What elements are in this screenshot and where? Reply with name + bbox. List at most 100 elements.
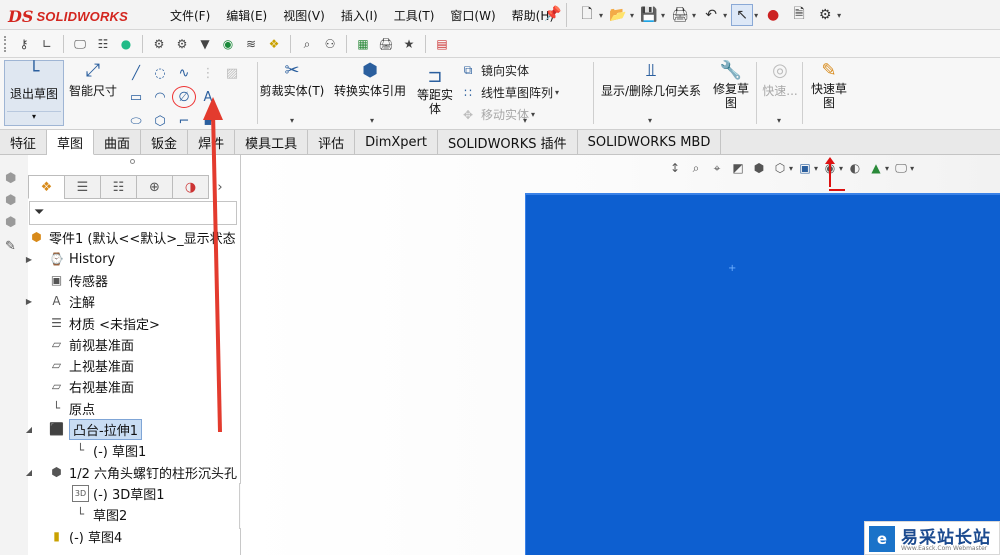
chevron-down-icon[interactable]: ▾ [370, 116, 374, 125]
location-pin-icon[interactable]: ◉ [218, 34, 238, 54]
panel-handle-icon[interactable] [130, 159, 135, 164]
menu-edit[interactable]: 编辑(E) [218, 7, 275, 24]
linear-pattern-button[interactable]: ∷ 线性草图阵列 ▾ [460, 83, 559, 102]
quick-snaps-button[interactable]: ◎ 快速... [758, 60, 802, 99]
chevron-down-icon[interactable]: ▾ [210, 116, 214, 125]
collapse-arrow-icon[interactable]: ◢ [24, 425, 34, 434]
circle-icon[interactable]: ◌ [148, 62, 172, 84]
rectangle-icon[interactable]: ▭ [124, 86, 148, 108]
arc-icon[interactable]: ◠ [148, 86, 172, 108]
chevron-down-icon[interactable]: ▾ [839, 164, 843, 173]
tab-surfaces[interactable]: 曲面 [94, 130, 142, 155]
chevron-down-icon[interactable]: ▾ [630, 11, 634, 20]
print-icon[interactable]: 🖨 [669, 4, 691, 26]
zoom-to-area-icon[interactable]: ⌕ [687, 159, 705, 177]
tree-item-front-plane[interactable]: ▱ 前视基准面 [48, 334, 134, 354]
tree-item-3d-sketch1[interactable]: 3D (-) 3D草图1 [72, 483, 165, 503]
tree-item-material[interactable]: ☰ 材质 <未指定> [48, 313, 160, 333]
toolbar-grip-icon[interactable] [4, 36, 7, 52]
tree-item-origin[interactable]: └ 原点 [48, 398, 95, 418]
display-style-icon[interactable]: ▣ [796, 159, 814, 177]
mirror-entities-button[interactable]: ⧉ 镜向实体 [460, 61, 559, 80]
file-properties-icon[interactable]: 🗎 [788, 4, 810, 26]
open-folder-icon[interactable]: 📂 [607, 4, 629, 26]
tab-evaluate[interactable]: 评估 [308, 130, 356, 155]
menu-insert[interactable]: 插入(I) [333, 7, 386, 24]
tree-root-part[interactable]: ⬢ 零件1 (默认<<默认>_显示状态 [28, 227, 235, 247]
tab-solidworks-addins[interactable]: SOLIDWORKS 插件 [438, 130, 578, 155]
ellipse-icon[interactable]: ∅ [172, 86, 196, 108]
display-delete-relations-button[interactable]: ⫫ 显示/删除几何关系 [596, 60, 706, 99]
chevron-down-icon[interactable]: ▾ [754, 11, 758, 20]
save-icon[interactable]: 💾 [638, 4, 660, 26]
gear-icon[interactable]: ⚙ [149, 34, 169, 54]
chevron-down-icon[interactable]: ▾ [531, 110, 535, 119]
offset-entities-button[interactable]: ⊐ 等距实体 [412, 66, 458, 116]
tree-item-top-plane[interactable]: ▱ 上视基准面 [48, 355, 134, 375]
chevron-down-icon[interactable]: ▾ [885, 164, 889, 173]
move-entities-button[interactable]: ✥ 移动实体 ▾ [460, 105, 559, 124]
expand-arrow-icon[interactable]: ▶ [24, 297, 34, 306]
graphics-area[interactable]: ↕ ⌕ ⌖ ◩ ⬢ ⬡▾ ▣▾ ◉▾ ◐ ▲▾ 🖵▾ + [241, 155, 1000, 555]
repair-sketch-button[interactable]: 🔧 修复草图 [708, 60, 754, 110]
chevron-down-icon[interactable]: ▾ [723, 11, 727, 20]
expand-arrow-icon[interactable]: ▶ [24, 255, 34, 264]
view-settings-monitor-icon[interactable]: 🖵 [892, 159, 910, 177]
part-icon[interactable]: ⬢ [5, 215, 23, 233]
network-icon[interactable]: ☷ [93, 34, 113, 54]
point-icon[interactable]: ▪ [196, 110, 220, 132]
slot-icon[interactable]: ⬭ [124, 110, 148, 132]
chevron-down-icon[interactable]: ▾ [814, 164, 818, 173]
polygon-icon[interactable]: ⬡ [148, 110, 172, 132]
spreadsheet-icon[interactable]: ▦ [353, 34, 373, 54]
tree-item-right-plane[interactable]: ▱ 右视基准面 [48, 376, 134, 396]
menu-window[interactable]: 窗口(W) [442, 7, 503, 24]
search-icon[interactable]: ⌕ [297, 34, 317, 54]
dimxpert-manager-tab-icon[interactable]: ⊕ [136, 175, 173, 199]
tab-weldments[interactable]: 焊件 [188, 130, 236, 155]
sketch-tool-icon[interactable]: ✎ [5, 239, 23, 257]
monitor-icon[interactable]: 🖵 [70, 34, 90, 54]
zoom-to-fit-icon[interactable]: ↕ [666, 159, 684, 177]
gear-dark-icon[interactable]: ⚙ [172, 34, 192, 54]
spline-icon[interactable]: ∿ [172, 62, 196, 84]
chevron-down-icon[interactable]: ▾ [599, 11, 603, 20]
menu-tools[interactable]: 工具(T) [386, 7, 443, 24]
chevron-down-icon[interactable]: ▾ [789, 164, 793, 173]
tree-item-sketch1[interactable]: └ (-) 草图1 [72, 440, 146, 460]
chevron-down-icon[interactable]: ▾ [837, 11, 841, 20]
chevron-down-icon[interactable]: ▾ [648, 116, 652, 125]
puzzle-icon[interactable]: ❖ [264, 34, 284, 54]
tab-sketch[interactable]: 草图 [47, 130, 95, 155]
property-manager-tab-icon[interactable]: ☰ [64, 175, 101, 199]
chevron-down-icon[interactable]: ▾ [777, 116, 781, 125]
chevron-down-icon[interactable]: ▾ [555, 88, 559, 97]
globe-icon[interactable]: ● [116, 34, 136, 54]
bowl-icon[interactable]: ▼ [195, 34, 215, 54]
rebuild-traffic-light-icon[interactable]: ● [762, 4, 784, 26]
tab-solidworks-mbd[interactable]: SOLIDWORKS MBD [578, 130, 722, 155]
binoculars-icon[interactable]: ⚇ [320, 34, 340, 54]
tree-item-hole-wizard[interactable]: ◢ ⬢ 1/2 六角头螺钉的柱形沉头孔 [26, 462, 237, 482]
dynamic-annotation-icon[interactable]: ⬢ [750, 159, 768, 177]
previous-view-icon[interactable]: ⌖ [708, 159, 726, 177]
text-a-icon[interactable]: A [196, 86, 220, 108]
tree-filter[interactable]: ⏷ [29, 201, 237, 225]
chevron-down-icon[interactable]: ▾ [523, 116, 527, 125]
select-pointer-icon[interactable]: ↖ [731, 4, 754, 26]
key-icon[interactable]: ⚷ [14, 34, 34, 54]
tree-item-annotations[interactable]: ▶ A 注解 [26, 291, 95, 311]
wave-icon[interactable]: ≋ [241, 34, 261, 54]
report-icon[interactable]: ▤ [432, 34, 452, 54]
line-icon[interactable]: ╱ [124, 62, 148, 84]
chevron-right-icon[interactable]: › [208, 175, 232, 199]
pin-menu-icon[interactable]: 📌 [544, 6, 561, 22]
configuration-manager-tab-icon[interactable]: ☷ [100, 175, 137, 199]
tree-item-boss-extrude[interactable]: ◢ ⬛ 凸台-拉伸1 [26, 418, 142, 440]
tree-item-history[interactable]: ▶ ⌚ History [26, 249, 115, 269]
menu-view[interactable]: 视图(V) [275, 7, 333, 24]
angle-icon[interactable]: ∟ [37, 34, 57, 54]
feature-manager-tab-icon[interactable]: ❖ [28, 175, 65, 199]
part-icon[interactable]: ⬢ [5, 193, 23, 211]
fillet-icon[interactable]: ⌐ [172, 110, 196, 132]
